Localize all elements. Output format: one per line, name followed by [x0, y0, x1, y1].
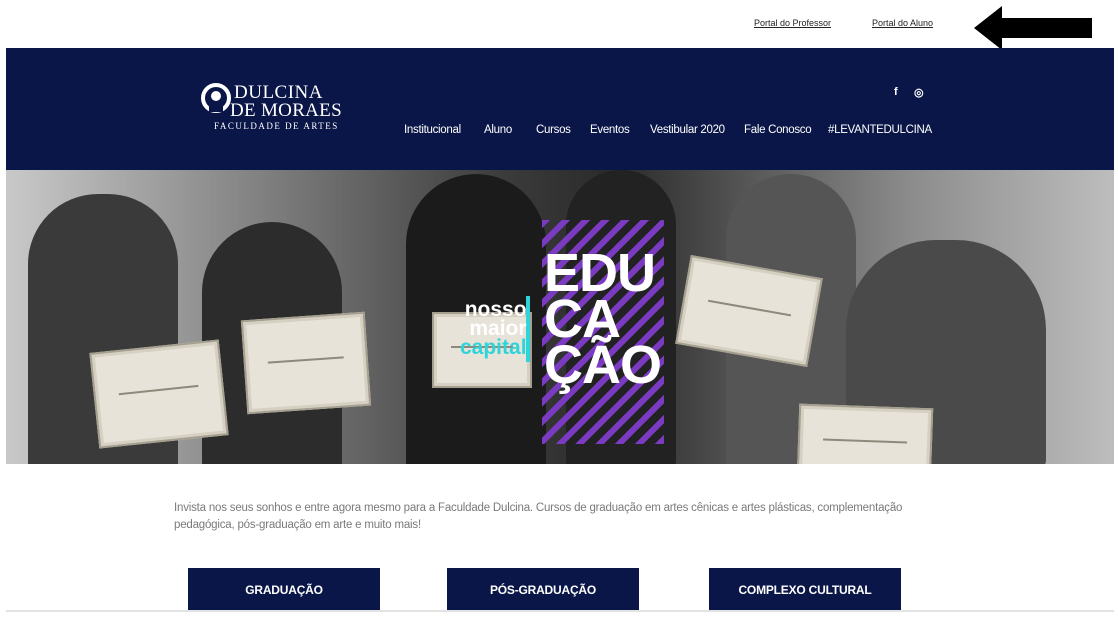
hero-accent-bar — [526, 296, 530, 362]
logo-surname: de Moraes — [230, 100, 342, 121]
hero-banner: nosso maior capital EDU CA ÇÃO — [6, 170, 1114, 464]
facebook-icon[interactable]: f — [894, 86, 898, 98]
nav-item-vestibular[interactable]: Vestibular 2020 — [650, 124, 725, 136]
nav-item-fale-conosco[interactable]: Fale Conosco — [744, 124, 812, 136]
hero-certificate — [796, 403, 934, 464]
hero-tagline-line3: capital — [460, 336, 527, 359]
top-utility-bar: Portal do Professor Portal do Aluno — [6, 6, 1114, 50]
hero-headline-line3: ÇÃO — [544, 335, 662, 395]
hero-certificate — [89, 339, 229, 449]
main-nav: Institucional Aluno Cursos Eventos Vesti… — [6, 124, 1114, 144]
hero-headline: EDU CA ÇÃO — [544, 246, 662, 395]
nav-item-levante-dulcina[interactable]: #LEVANTEDULCINA — [828, 124, 932, 136]
left-arrow-icon — [974, 6, 1092, 50]
divider — [6, 610, 1114, 612]
intro-text: Invista nos seus sonhos e entre agora me… — [174, 502, 903, 531]
portal-aluno-link[interactable]: Portal do Aluno — [872, 18, 933, 28]
logo-mark-icon — [201, 83, 231, 113]
nav-item-cursos[interactable]: Cursos — [536, 124, 571, 136]
nav-item-eventos[interactable]: Eventos — [590, 124, 630, 136]
nav-item-institucional[interactable]: Institucional — [404, 124, 461, 136]
hero-tagline: nosso maior capital — [460, 299, 527, 359]
site-header: Dulcina de Moraes FACULDADE DE ARTES f ◎… — [6, 48, 1114, 170]
hero-certificate — [240, 311, 372, 415]
page: Portal do Professor Portal do Aluno Dulc… — [6, 6, 1114, 612]
nav-item-aluno[interactable]: Aluno — [484, 124, 512, 136]
graduacao-button[interactable]: GRADUAÇÃO — [188, 568, 380, 612]
complexo-cultural-button[interactable]: COMPLEXO CULTURAL — [709, 568, 901, 612]
instagram-icon[interactable]: ◎ — [914, 86, 924, 99]
portal-professor-link[interactable]: Portal do Professor — [754, 18, 831, 28]
pos-graduacao-button[interactable]: PÓS-GRADUAÇÃO — [447, 568, 639, 612]
